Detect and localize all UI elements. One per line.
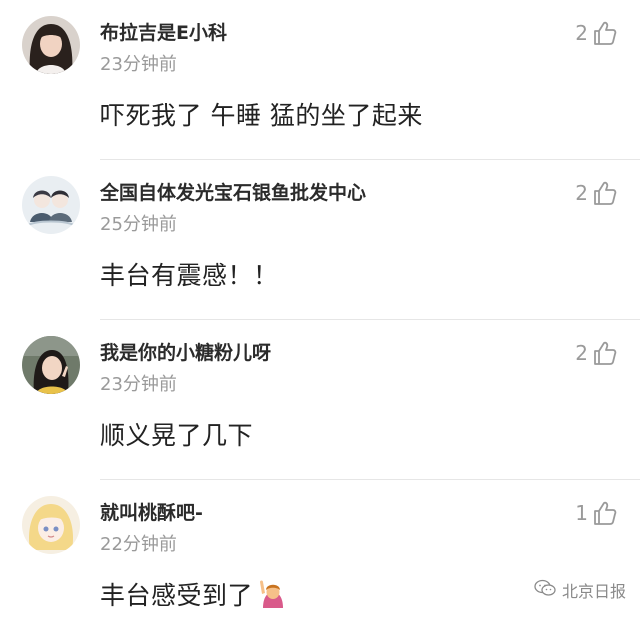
thumbs-up-icon[interactable] [592, 20, 618, 46]
like-button[interactable]: 1 [575, 496, 618, 530]
person-raising-hand-emoji [257, 578, 287, 614]
like-button[interactable]: 2 [575, 336, 618, 370]
timestamp: 23分钟前 [100, 374, 177, 395]
comment-text: 丰台感受到了 [100, 581, 254, 610]
comment-item: 全国自体发光宝石银鱼批发中心 25分钟前 2 丰台有震感！！ [0, 160, 640, 320]
like-count: 1 [575, 501, 588, 525]
comment-text-row: 丰台感受到了 [100, 576, 287, 614]
username[interactable]: 就叫桃酥吧- [100, 498, 203, 525]
comment-item: 布拉吉是E小科 23分钟前 2 吓死我了 午睡 猛的坐了起来 [0, 0, 640, 160]
like-count: 2 [575, 21, 588, 45]
thumbs-up-icon[interactable] [592, 180, 618, 206]
thumbs-up-icon[interactable] [592, 340, 618, 366]
wechat-official-account-icon [534, 579, 556, 601]
timestamp: 23分钟前 [100, 54, 177, 75]
like-button[interactable]: 2 [575, 176, 618, 210]
comment-text: 丰台有震感！！ [100, 261, 279, 290]
user-avatar[interactable] [22, 16, 80, 74]
user-avatar[interactable] [22, 496, 80, 554]
comment-item: 我是你的小糖粉儿呀 23分钟前 2 顺义晃了几下 [0, 320, 640, 480]
username[interactable]: 布拉吉是E小科 [100, 18, 227, 45]
thumbs-up-icon[interactable] [592, 500, 618, 526]
watermark: 北京日报 [534, 578, 626, 602]
watermark-text: 北京日报 [561, 582, 626, 601]
timestamp: 25分钟前 [100, 214, 177, 235]
like-count: 2 [575, 181, 588, 205]
user-avatar[interactable] [22, 176, 80, 234]
username[interactable]: 全国自体发光宝石银鱼批发中心 [100, 178, 366, 205]
like-count: 2 [575, 341, 588, 365]
username[interactable]: 我是你的小糖粉儿呀 [100, 338, 271, 365]
user-avatar[interactable] [22, 336, 80, 394]
comment-text: 吓死我了 午睡 猛的坐了起来 [100, 101, 423, 130]
comment-text: 顺义晃了几下 [100, 421, 254, 450]
timestamp: 22分钟前 [100, 534, 177, 555]
like-button[interactable]: 2 [575, 16, 618, 50]
